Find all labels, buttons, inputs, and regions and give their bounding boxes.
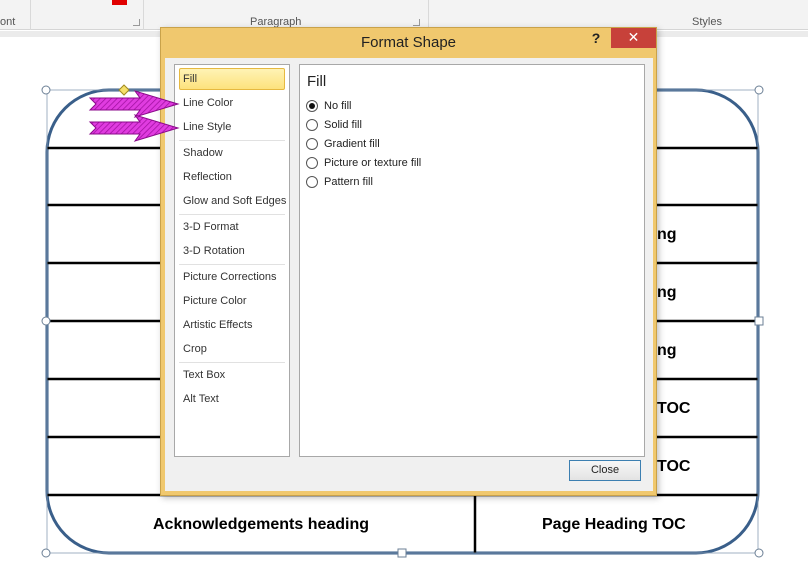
annotation-arrows	[88, 90, 180, 142]
arrow-line-style-icon	[88, 114, 180, 142]
screen: ont Paragraph Styles ng ng ng TOC TOC Ac…	[0, 0, 808, 587]
arrow-line-color-icon	[88, 90, 180, 118]
